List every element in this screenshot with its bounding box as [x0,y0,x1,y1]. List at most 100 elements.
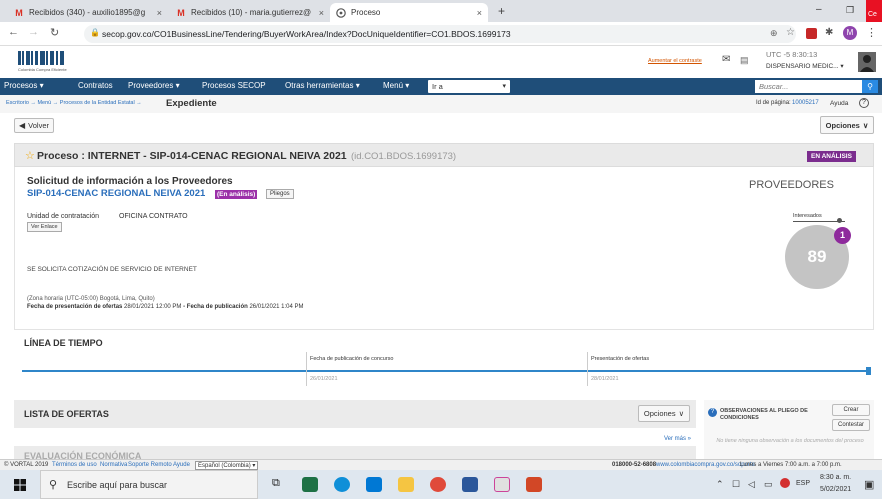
extensions-icon[interactable]: ✱ [825,27,833,38]
help-icon: ? [708,408,717,417]
help-link[interactable]: Ayuda [830,100,848,107]
network-icon[interactable]: ☐ [732,479,740,490]
search-icon: ⚲ [867,82,873,91]
nav-menu[interactable]: Menú ▾ [383,81,409,90]
help-icon[interactable]: ? [859,98,869,108]
browser-tab-proceso[interactable]: Proceso × [330,3,488,22]
timeline-divider [587,352,588,386]
observations-title: OBSERVACIONES AL PLIEGO DE CONDICIONES [720,408,808,421]
answer-button[interactable]: Contestar [832,419,870,431]
timeline-event-label: Presentación de ofertas [591,356,650,362]
nav-procesos[interactable]: Procesos ▾ [4,81,44,90]
goto-select[interactable]: Ir a ▾ [428,80,510,93]
nav-procesos-secop[interactable]: Procesos SECOP [202,81,266,90]
store-icon[interactable] [366,477,382,492]
increase-contrast-link[interactable]: Aumentar el contraste [648,58,702,64]
forward-arrow-icon[interactable]: → [28,26,39,38]
browser-tab-gmail-2[interactable]: M Recibidos (10) - maria.gutierrez@ × [170,3,330,22]
footer-link-normativa[interactable]: Normativa [100,462,127,468]
colombia-compra-logo[interactable] [18,51,64,65]
profile-avatar[interactable]: M [843,26,857,40]
close-tab-icon[interactable]: × [157,8,162,18]
globe-icon [336,7,346,18]
tray-chevron-icon[interactable]: ⌃ [716,479,724,490]
timeline-event-date: 28/01/2021 [591,376,619,382]
reload-icon[interactable]: ↻ [50,26,59,39]
task-view-icon[interactable]: ⧉ [272,477,280,490]
create-button[interactable]: Crear [832,404,870,416]
timeline-title: LÍNEA DE TIEMPO [24,338,103,348]
file-explorer-icon[interactable] [398,477,414,492]
network-app-icon[interactable] [494,477,510,492]
see-more-link[interactable]: Ver más » [664,436,691,442]
close-tab-icon[interactable]: × [319,8,324,18]
taskbar-date[interactable]: 5/02/2021 [820,486,851,493]
interested-count-badge: 1 [834,227,851,244]
observations-empty: No tiene ninguna observación a los docum… [716,438,864,444]
inbox-icon[interactable]: ✉ [722,54,730,65]
secop-header: Colombia Compra Eficiente Aumentar el co… [0,46,882,78]
search-input[interactable] [755,80,862,93]
chrome-icon[interactable] [430,477,446,492]
pdf-extension-icon[interactable] [806,28,817,39]
pliegos-button[interactable]: Pliegos [266,189,294,199]
excel-icon[interactable] [302,477,318,492]
powerpoint-icon[interactable] [526,477,542,492]
star-icon[interactable]: ☆ [25,149,35,162]
language-select[interactable]: Español (Colombia) ▾ [195,461,259,470]
footer-link-help[interactable]: Ayude [173,462,190,468]
edge-icon[interactable] [334,477,350,492]
antivirus-icon[interactable] [780,478,790,488]
menu-kebab-icon[interactable]: ⋮ [866,26,877,39]
options-button[interactable]: Opciones ∨ [820,116,874,134]
nav-otras-herramientas[interactable]: Otras herramientas ▾ [285,81,360,90]
windows-start-icon[interactable] [14,479,26,493]
keyboard-language[interactable]: ESP [796,480,810,487]
back-button[interactable]: ◀ Volver [14,118,54,133]
user-avatar[interactable] [858,52,876,72]
support-hours: Lunes a Viernes 7:00 a.m. a 7:00 p.m. [740,462,842,468]
browser-tab-gmail-1[interactable]: M Recibidos (340) - auxilio1895@g × [8,3,168,22]
back-arrow-icon[interactable]: ← [8,26,19,38]
inline-status-badge: (En análisis) [215,190,258,199]
section-title: Solicitud de información a los Proveedor… [27,176,233,187]
timeline-divider [306,352,307,386]
nav-proveedores[interactable]: Proveedores ▾ [128,81,180,90]
see-link-button[interactable]: Ver Enlace [27,222,62,232]
word-icon[interactable] [462,477,478,492]
economic-evaluation-header: EVALUACIÓN ECONÓMICA [14,446,696,459]
close-tab-icon[interactable]: × [477,8,482,18]
new-tab-button[interactable]: + [498,4,505,18]
notifications-icon[interactable]: ▣ [864,478,874,491]
tab-label: Recibidos (10) - maria.gutierrez@ [191,8,312,17]
notes-icon[interactable]: ▤ [740,55,749,66]
support-phone: 018000-52-6808 [612,462,657,468]
volume-icon[interactable]: ◁ [748,479,755,490]
taskbar-time[interactable]: 8:30 a. m. [820,474,851,481]
zoom-icon[interactable]: ⊕ [770,28,778,39]
browser-tab-strip: M Recibidos (340) - auxilio1895@g × M Re… [0,0,882,22]
url-text: secop.gov.co/CO1BusinessLine/Tendering/B… [102,29,511,39]
providers-title: PROVEEDORES [749,179,834,191]
battery-icon[interactable]: ▭ [764,479,773,490]
offers-header: LISTA DE OFERTAS Opciones ∨ [14,400,696,428]
taskbar-search-box[interactable]: ⚲ Escribe aquí para buscar [40,470,258,499]
footer-link-remote-support[interactable]: Soporte Remoto [128,462,172,468]
breadcrumb[interactable]: Escritorio → Menú → Procesos de la Entid… [6,100,142,106]
process-description: SE SOLICITA COTIZACIÓN DE SERVICIO DE IN… [27,266,197,273]
star-icon[interactable]: ☆ [786,27,795,38]
entity-selector[interactable]: DISPENSARIO MEDIC... ▾ [766,62,844,70]
offers-options-button[interactable]: Opciones ∨ [638,405,690,422]
process-link[interactable]: SIP-014-CENAC REGIONAL NEIVA 2021 [27,188,205,199]
close-window-button[interactable]: Ce [866,0,882,22]
address-bar[interactable]: 🔒 secop.gov.co/CO1BusinessLine/Tendering… [84,25,796,43]
chevron-down-icon: ∨ [862,120,869,130]
minimize-button[interactable]: – [816,4,822,15]
search-button[interactable]: ⚲ [862,80,878,93]
footer-link-terms[interactable]: Términos de uso [52,462,97,468]
nav-contratos[interactable]: Contratos [78,81,113,90]
timeline-event-date: 26/01/2021 [310,376,338,382]
gmail-icon: M [15,7,23,18]
maximize-button[interactable]: ❐ [846,5,854,16]
windows-taskbar: ⚲ Escribe aquí para buscar ⧉ ⌃ ☐ ◁ ▭ ESP… [0,470,882,499]
